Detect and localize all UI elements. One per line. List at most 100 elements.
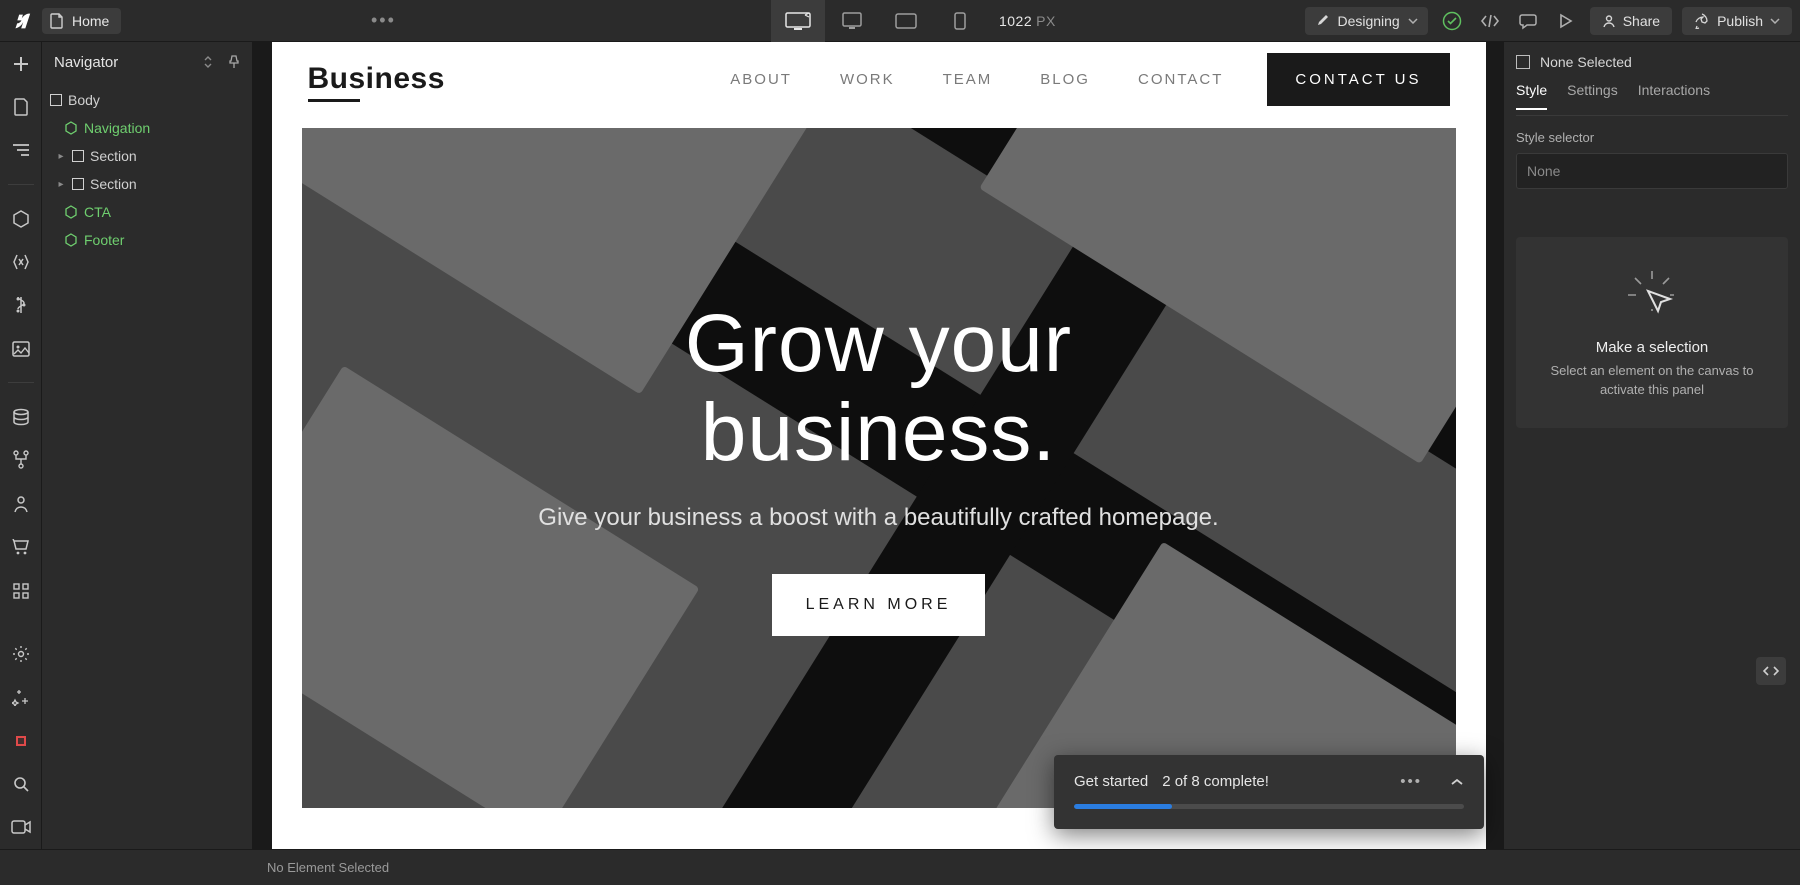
toast-collapse-icon[interactable] [1450, 778, 1464, 786]
menu-item-work[interactable]: WORK [840, 71, 895, 88]
page-home-pill[interactable]: Home [42, 8, 121, 34]
site-navigation: Business ABOUT WORK TEAM BLOG CONTACT CO… [272, 42, 1486, 116]
menu-item-team[interactable]: TEAM [943, 71, 993, 88]
menu-item-blog[interactable]: BLOG [1040, 71, 1090, 88]
pin-icon[interactable] [228, 55, 240, 69]
tree-node-navigation[interactable]: Navigation [42, 114, 252, 142]
status-check-icon[interactable] [1438, 7, 1466, 35]
quick-command-button[interactable] [1756, 657, 1786, 685]
section-icon [72, 150, 84, 162]
tree-node-cta[interactable]: CTA [42, 198, 252, 226]
tab-style[interactable]: Style [1516, 82, 1547, 110]
breakpoint-desktop-large[interactable] [771, 0, 825, 42]
audit-icon[interactable] [9, 729, 33, 752]
variables-icon[interactable] [9, 250, 33, 273]
users-icon[interactable] [9, 492, 33, 515]
apps-icon[interactable] [9, 579, 33, 602]
hero-content: Grow your business. Give your business a… [538, 300, 1218, 635]
menu-item-about[interactable]: ABOUT [730, 71, 792, 88]
breakpoint-mobile[interactable] [933, 0, 987, 42]
expand-collapse-icon[interactable] [202, 55, 214, 69]
contact-us-button[interactable]: CONTACT US [1267, 53, 1449, 106]
canvas-width-unit: PX [1036, 13, 1056, 29]
hero-heading[interactable]: Grow your business. [538, 300, 1218, 477]
selection-checkbox-icon [1516, 55, 1530, 69]
site-menu: ABOUT WORK TEAM BLOG CONTACT [730, 71, 1223, 88]
tree-label: Section [90, 176, 137, 192]
code-icon[interactable] [1476, 7, 1504, 35]
share-label: Share [1623, 13, 1660, 29]
tab-interactions[interactable]: Interactions [1638, 82, 1710, 108]
toast-progress-fill [1074, 804, 1172, 809]
add-element-icon[interactable] [9, 52, 33, 75]
tree-node-section-1[interactable]: ▸ Section [42, 142, 252, 170]
body-icon [50, 94, 62, 106]
site-logo[interactable]: Business [308, 62, 445, 96]
hero-section: Grow your business. Give your business a… [302, 128, 1456, 808]
selection-indicator: None Selected [1516, 42, 1788, 82]
search-icon[interactable] [9, 772, 33, 795]
learn-more-button[interactable]: LEARN MORE [772, 574, 986, 636]
style-panel: None Selected Style Settings Interaction… [1504, 42, 1800, 849]
components-icon[interactable] [9, 207, 33, 230]
navigator-header: Navigator [42, 42, 252, 82]
tree-node-footer[interactable]: Footer [42, 226, 252, 254]
toast-more-icon[interactable]: ••• [1400, 773, 1422, 790]
comment-icon[interactable] [1514, 7, 1542, 35]
tree-label: Navigation [84, 120, 150, 136]
logic-icon[interactable] [9, 449, 33, 472]
tab-settings[interactable]: Settings [1567, 82, 1618, 108]
video-help-icon[interactable] [9, 816, 33, 839]
chevron-down-icon [1408, 18, 1418, 24]
hero-subheading[interactable]: Give your business a boost with a beauti… [538, 504, 1218, 532]
panel-tabs: Style Settings Interactions [1516, 82, 1788, 116]
ecommerce-icon[interactable] [9, 536, 33, 559]
preview-play-icon[interactable] [1552, 7, 1580, 35]
ai-sparkle-icon[interactable] [9, 686, 33, 709]
styles-icon[interactable] [9, 294, 33, 317]
chevron-right-icon[interactable]: ▸ [56, 151, 66, 161]
canvas-width-readout[interactable]: 1022PX [999, 13, 1056, 29]
section-icon [72, 178, 84, 190]
breakpoint-desktop[interactable] [825, 0, 879, 42]
cms-icon[interactable] [9, 405, 33, 428]
publish-button[interactable]: Publish [1682, 7, 1792, 35]
share-button[interactable]: Share [1590, 7, 1672, 35]
more-options-button[interactable]: ••• [371, 10, 395, 31]
navigator-panel: Navigator Body Navigation ▸ Section [42, 42, 253, 849]
hero-heading-line2: business. [701, 387, 1056, 478]
user-icon [1602, 14, 1616, 28]
breakpoint-tablet[interactable] [879, 0, 933, 42]
topbar-right-group: Designing Share Publish [1305, 7, 1792, 35]
component-icon [64, 233, 78, 247]
tree-label: CTA [84, 204, 111, 220]
status-text: No Element Selected [267, 860, 389, 875]
mode-label: Designing [1337, 13, 1399, 29]
toast-title: Get started [1074, 773, 1148, 790]
publish-label: Publish [1717, 13, 1763, 29]
rail-separator [8, 184, 34, 185]
navigator-title: Navigator [54, 54, 118, 71]
selection-label: None Selected [1540, 54, 1632, 70]
navigator-tree: Body Navigation ▸ Section ▸ Section CTA [42, 82, 252, 849]
assets-icon[interactable] [9, 337, 33, 360]
toast-progress-bar [1074, 804, 1464, 809]
pages-icon[interactable] [9, 95, 33, 118]
webflow-logo-icon[interactable] [8, 8, 34, 34]
mode-designing-pill[interactable]: Designing [1305, 7, 1427, 35]
empty-state-body: Select an element on the canvas to activ… [1534, 362, 1770, 400]
status-bar: No Element Selected [0, 849, 1800, 885]
menu-item-contact[interactable]: CONTACT [1138, 71, 1223, 88]
style-selector-label: Style selector [1516, 130, 1788, 145]
design-canvas[interactable]: Business ABOUT WORK TEAM BLOG CONTACT CO… [272, 42, 1486, 849]
tree-node-section-2[interactable]: ▸ Section [42, 170, 252, 198]
empty-state-card: Make a selection Select an element on th… [1516, 237, 1788, 428]
main-area: Navigator Body Navigation ▸ Section [0, 42, 1800, 849]
settings-gear-icon[interactable] [9, 642, 33, 665]
chevron-down-icon [1770, 18, 1780, 24]
style-selector-input[interactable]: None [1516, 153, 1788, 189]
chevron-right-icon[interactable]: ▸ [56, 179, 66, 189]
navigator-tree-icon[interactable] [9, 139, 33, 162]
canvas-wrapper: Business ABOUT WORK TEAM BLOG CONTACT CO… [253, 42, 1504, 849]
tree-node-body[interactable]: Body [42, 86, 252, 114]
